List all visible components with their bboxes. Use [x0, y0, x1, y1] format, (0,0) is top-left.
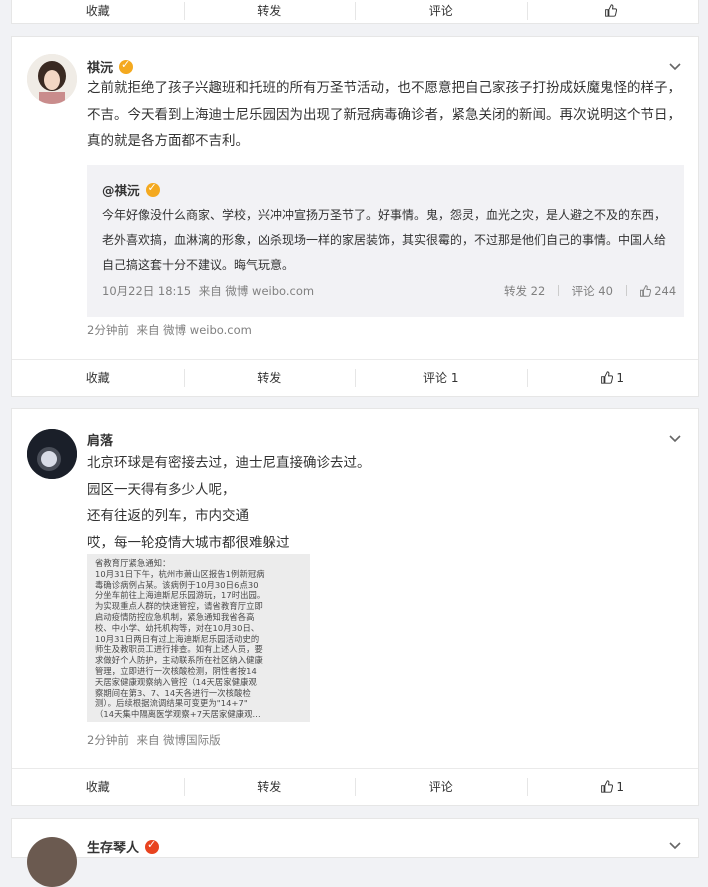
favorite-button[interactable]: 收藏 — [12, 0, 184, 29]
post-source: 来自 微博 weibo.com — [136, 323, 252, 337]
avatar[interactable] — [27, 837, 77, 887]
post-actions: 收藏 转发 评论 1 1 — [12, 360, 698, 396]
avatar-image — [27, 54, 77, 104]
repost-button[interactable]: 转发 — [183, 769, 356, 805]
favorite-button[interactable]: 收藏 — [12, 360, 184, 396]
like-button[interactable]: 1 — [526, 769, 699, 805]
quoted-time: 10月22日 18:15 来自 微博 weibo.com — [102, 283, 314, 299]
quoted-post[interactable]: @祺沅 今年好像没什么商家、学校，兴冲冲宣扬万圣节了。好事情。鬼，怨灵，血光之灾… — [87, 165, 684, 317]
post-source: 来自 微博国际版 — [136, 733, 221, 747]
image-text-line: 测）。后续根据流调结果可变更为"14+7" — [95, 698, 248, 709]
avatar[interactable] — [27, 429, 77, 479]
previous-post-card: 收藏 转发 评论 — [11, 0, 699, 24]
image-text-line: 启动疫情防控应急机制，紧急通知我省各高 — [95, 611, 255, 622]
image-text-line: 师生及教职员工进行排查。如有上述人员，要 — [95, 644, 263, 655]
post-timestamp[interactable]: 2分钟前 — [87, 323, 129, 337]
image-text-line: 10月31日两日有过上海迪斯尼乐园活动史的 — [95, 633, 260, 644]
post-text-line: 园区一天得有多少人呢， — [87, 481, 236, 498]
chevron-down-icon[interactable] — [667, 430, 683, 446]
repost-button[interactable]: 转发 — [183, 360, 356, 396]
like-button[interactable] — [526, 0, 699, 29]
divider — [625, 285, 627, 296]
post-meta: 2分钟前 来自 微博国际版 — [87, 732, 221, 748]
favorite-button[interactable]: 收藏 — [12, 769, 184, 805]
avatar[interactable] — [27, 54, 77, 104]
image-text-line: 10月31日下午，杭州市萧山区报告1例新冠病 — [95, 568, 265, 579]
quoted-author-text[interactable]: @祺沅 — [102, 183, 140, 198]
verified-badge-icon — [145, 181, 160, 197]
quoted-repost-count[interactable]: 转发 22 — [504, 284, 545, 298]
post-image-text: 省教育厅紧急通知： 10月31日下午，杭州市萧山区报告1例新冠病 毒确诊病例占某… — [95, 558, 309, 720]
quoted-timestamp[interactable]: 10月22日 18:15 — [102, 284, 191, 298]
like-count: 1 — [616, 780, 625, 794]
post-card: 肩落 北京环球是有密接去过，迪士尼直接确诊去过。 园区一天得有多少人呢， 还有往… — [11, 408, 699, 806]
image-text-line: 为实现重点人群的快速管控，请省教育厅立即 — [95, 601, 263, 612]
post-card: 祺沅 之前就拒绝了孩子兴趣班和托班的所有万圣节活动，也不愿意把自己家孩子打扮成妖… — [11, 36, 699, 397]
comment-button[interactable]: 评论 1 — [355, 360, 527, 396]
post-text: 北京环球是有密接去过，迪士尼直接确诊去过。 园区一天得有多少人呢， 还有往返的列… — [87, 450, 683, 556]
image-text-line: 校、中小学、幼托机构等，对在10月30日、 — [95, 622, 260, 633]
author-name-text[interactable]: 肩落 — [87, 434, 113, 449]
author-name-text[interactable]: 祺沅 — [87, 61, 113, 76]
quoted-text: 今年好像没什么商家、学校，兴冲冲宣扬万圣节了。好事情。鬼，怨灵，血光之灾，是人避… — [102, 208, 667, 272]
post-text-line: 哎，每一轮疫情大城市都很难躲过 — [87, 534, 290, 551]
post-text: 之前就拒绝了孩子兴趣班和托班的所有万圣节活动，也不愿意把自己家孩子打扮成妖魔鬼怪… — [87, 80, 681, 149]
previous-post-actions: 收藏 转发 评论 — [12, 0, 698, 29]
author-name[interactable]: 肩落 — [87, 430, 113, 449]
image-text-line: 毒确诊病例占某。该病例于10月30日6点30 — [95, 579, 259, 590]
thumb-up-icon — [601, 780, 614, 793]
image-text-line: 天居家健康观察纳入管控（14天居家健康观 — [95, 676, 257, 687]
thumb-up-icon — [601, 371, 614, 384]
divider — [557, 285, 559, 296]
author-name[interactable]: 祺沅 — [87, 57, 134, 76]
image-text-line: 分坐车前往上海迪斯尼乐园游玩，17时出园。 — [95, 590, 266, 601]
quoted-source: 来自 微博 weibo.com — [198, 284, 315, 298]
image-text-line: 管理，立即进行一次核酸检测，阴性者按14 — [95, 665, 257, 676]
thumb-up-icon — [605, 4, 618, 17]
image-text-line: 察期间在第3、7、14天各进行一次核酸检 — [95, 687, 251, 698]
post-actions: 收藏 转发 评论 1 — [12, 769, 698, 805]
post-meta: 2分钟前 来自 微博 weibo.com — [87, 322, 252, 338]
avatar-image — [27, 429, 77, 479]
quoted-author[interactable]: @祺沅 — [102, 180, 160, 199]
quoted-like-count[interactable]: 244 — [654, 284, 676, 298]
chevron-down-icon[interactable] — [667, 58, 683, 74]
comment-button[interactable]: 评论 — [355, 0, 527, 29]
post-image[interactable]: 省教育厅紧急通知： 10月31日下午，杭州市萧山区报告1例新冠病 毒确诊病例占某… — [87, 554, 310, 722]
image-text-line: 求做好个人防护，主动联系所在社区纳入健康 — [95, 655, 263, 666]
image-text-line: 省教育厅紧急通知： — [95, 558, 171, 568]
quoted-stats: 转发 22 评论 40 244 — [504, 283, 676, 299]
post-text-line: 北京环球是有密接去过，迪士尼直接确诊去过。 — [87, 455, 371, 471]
comment-button[interactable]: 评论 — [355, 769, 527, 805]
verified-badge-icon — [119, 58, 134, 74]
post-text-line: 还有往返的列车，市内交通 — [87, 508, 249, 524]
quoted-comment-count[interactable]: 评论 40 — [572, 284, 613, 298]
verified-badge-icon — [145, 838, 160, 854]
like-button[interactable]: 1 — [526, 360, 699, 396]
chevron-down-icon[interactable] — [667, 837, 683, 853]
image-text-line: （14天集中隔离医学观察+7天居家健康观... — [95, 709, 261, 720]
repost-button[interactable]: 转发 — [183, 0, 356, 29]
thumb-up-icon[interactable] — [639, 285, 652, 297]
post-timestamp[interactable]: 2分钟前 — [87, 733, 129, 747]
author-name[interactable]: 生存琴人 — [87, 837, 160, 856]
author-name-text[interactable]: 生存琴人 — [87, 841, 139, 856]
like-count: 1 — [616, 371, 625, 385]
post-card: 生存琴人 — [11, 818, 699, 887]
